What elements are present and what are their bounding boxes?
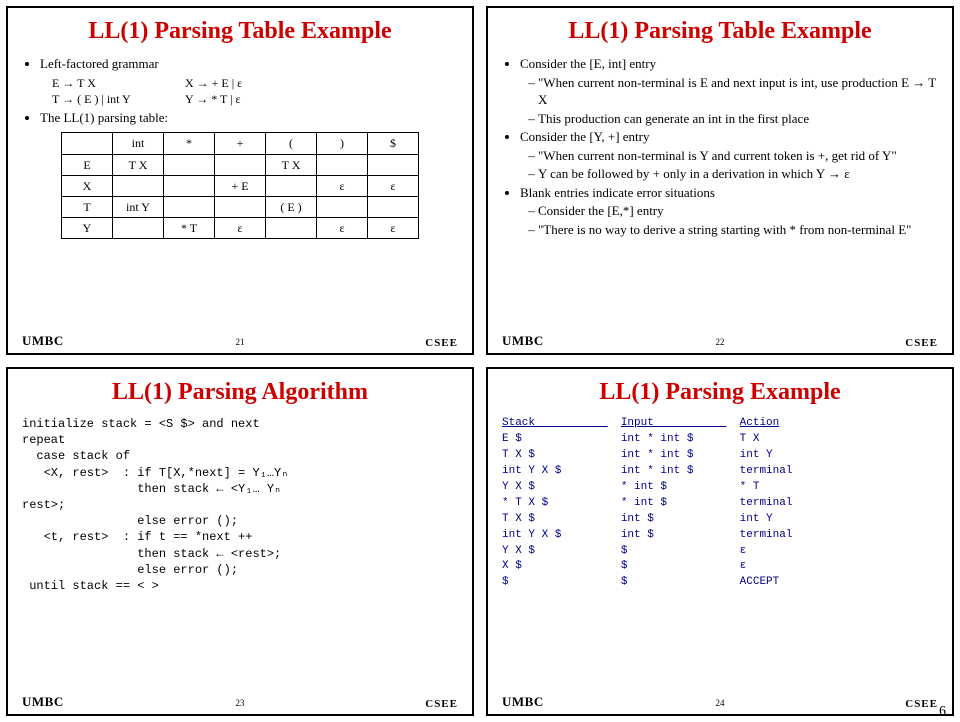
slide-number: 24 bbox=[716, 698, 725, 708]
footer-right: CSEE bbox=[425, 337, 458, 349]
parsing-table: int*+()$ET XT XX+ EεεTint Y( E )Y* Tεεε bbox=[61, 132, 419, 239]
page-number: 6 bbox=[939, 704, 946, 720]
content: Left-factored grammar E → T X X → + E | … bbox=[22, 55, 458, 239]
content: Consider the [E, int] entry"When current… bbox=[502, 55, 938, 238]
footer-right: CSEE bbox=[905, 337, 938, 349]
slide-title: LL(1) Parsing Table Example bbox=[22, 18, 458, 45]
footer-right: CSEE bbox=[905, 698, 938, 710]
slide-22: LL(1) Parsing Table Example Consider the… bbox=[486, 6, 954, 355]
slide-23: LL(1) Parsing Algorithm initialize stack… bbox=[6, 367, 474, 716]
footer-left: UMBC bbox=[502, 333, 544, 349]
footer-left: UMBC bbox=[22, 333, 64, 349]
slide-title: LL(1) Parsing Algorithm bbox=[22, 379, 458, 406]
footer-left: UMBC bbox=[22, 694, 64, 710]
slide-21: LL(1) Parsing Table Example Left-factore… bbox=[6, 6, 474, 355]
footer-right: CSEE bbox=[425, 698, 458, 710]
slide-number: 22 bbox=[716, 337, 725, 347]
slide-number: 23 bbox=[236, 698, 245, 708]
slide-title: LL(1) Parsing Table Example bbox=[502, 18, 938, 45]
algorithm-code: initialize stack = <S $> and next repeat… bbox=[22, 416, 458, 594]
trace-table: Stack Input Action E $ int * int $ T X T… bbox=[502, 416, 938, 591]
footer-left: UMBC bbox=[502, 694, 544, 710]
slide-title: LL(1) Parsing Example bbox=[502, 379, 938, 406]
slide-number: 21 bbox=[236, 337, 245, 347]
slide-24: LL(1) Parsing Example Stack Input Action… bbox=[486, 367, 954, 716]
